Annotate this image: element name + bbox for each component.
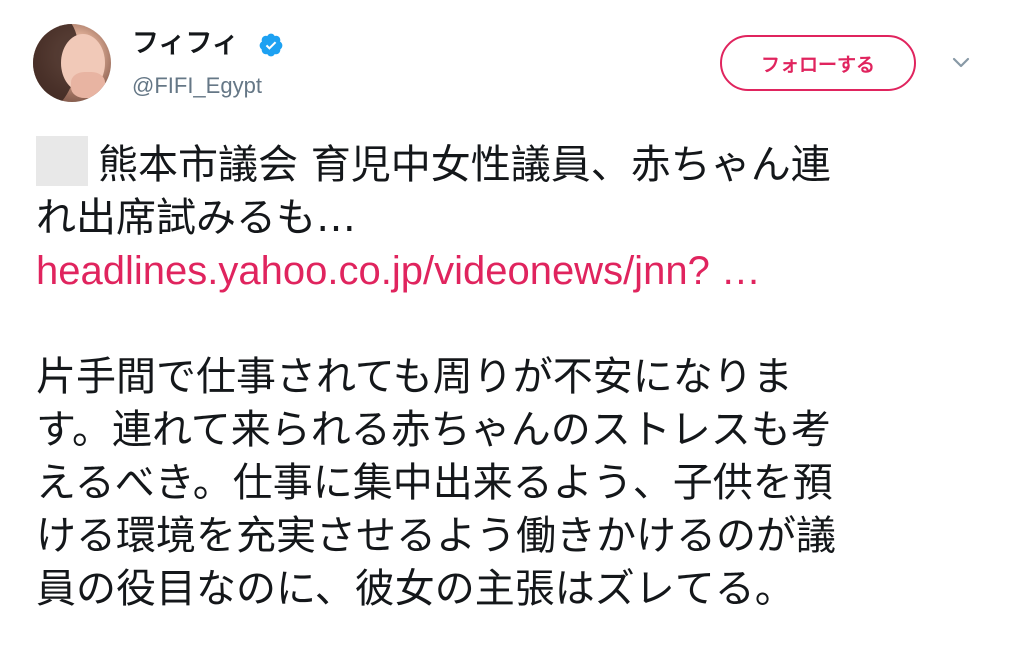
comment-line-4: ける環境を充実させるよう働きかけるのが議 [36, 513, 836, 559]
comment-line-3: えるべき。仕事に集中出来るよう、子供を預 [36, 460, 833, 506]
tweet-header: フィフィ @FIFI_Egypt フォローする [0, 0, 1024, 120]
author-handle[interactable]: @FIFI_Egypt [132, 72, 262, 100]
avatar-hand [71, 72, 105, 98]
verified-badge-icon [259, 33, 283, 57]
follow-button[interactable]: フォローする [720, 35, 916, 91]
tweet-text: 熊本市議会 育児中女性議員、赤ちゃん連 れ出席試みるも… headlines.y… [36, 136, 986, 616]
comment-line-1: 片手間で仕事されても周りが不安になりま [36, 354, 793, 400]
headline-line-1: 熊本市議会 育児中女性議員、赤ちゃん連 [36, 136, 986, 192]
chevron-down-icon[interactable] [948, 52, 974, 72]
author-display-name[interactable]: フィフィ [132, 27, 239, 61]
avatar[interactable] [33, 24, 111, 102]
comment-line-5: 員の役目なのに、彼女の主張はズレてる。 [36, 566, 795, 612]
article-link[interactable]: headlines.yahoo.co.jp/videonews/jnn? … [36, 245, 986, 298]
headline-text-1: 熊本市議会 育児中女性議員、赤ちゃん連 [98, 142, 831, 188]
comment-line-2: す。連れて来られる赤ちゃんのストレスも考 [36, 407, 831, 453]
headline-line-2: れ出席試みるも… [36, 195, 356, 241]
placeholder-emoji-icon [36, 136, 88, 186]
